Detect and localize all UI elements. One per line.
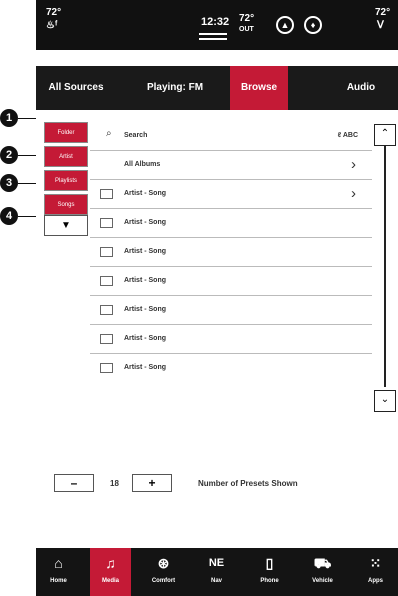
playlists-button[interactable]: Playlists: [44, 170, 88, 191]
abc-label: ABC: [342, 132, 358, 139]
nav-label: Home: [50, 578, 67, 584]
divider: [199, 38, 227, 40]
nav-apps[interactable]: ⁙ Apps: [355, 548, 396, 596]
nav-comfort[interactable]: ⊛ Comfort: [143, 548, 184, 596]
folder-icon: [100, 189, 113, 199]
folder-icon: [100, 305, 113, 315]
list-item[interactable]: Artist - Song ›: [90, 180, 372, 209]
list-item-label: Artist - Song: [124, 248, 166, 255]
mic-icon[interactable]: ♦: [304, 16, 322, 34]
outside-label: OUT: [239, 26, 254, 33]
artist-button[interactable]: Artist: [44, 146, 88, 167]
car-icon: ⛟: [313, 555, 332, 571]
bottom-nav: ⌂ Home ♫ Media ⊛ Comfort NE Nav ▯ Phone …: [36, 548, 398, 596]
list-item-label: Artist - Song: [124, 219, 166, 226]
presets-count: 18: [110, 479, 119, 488]
tab-audio[interactable]: Audio: [336, 66, 386, 110]
songs-button[interactable]: Songs: [44, 194, 88, 215]
list-item[interactable]: Artist - Song: [90, 296, 372, 325]
list-item[interactable]: Artist - Song: [90, 267, 372, 296]
seat-heat-icon[interactable]: ♨ᶠ: [46, 21, 57, 31]
list-item-label: Artist - Song: [124, 335, 166, 342]
tab-browse[interactable]: Browse: [230, 66, 288, 110]
nav-label: Vehicle: [312, 578, 333, 584]
callout-1: 1: [0, 109, 18, 127]
chevron-down-icon: ⌄: [380, 394, 390, 405]
list-item-label: Artist - Song: [124, 277, 166, 284]
nav-home[interactable]: ⌂ Home: [38, 548, 79, 596]
list-item[interactable]: Artist - Song: [90, 238, 372, 267]
scrollbar-track[interactable]: [384, 145, 386, 387]
clock: 12:32: [201, 16, 230, 28]
presets-minus-button[interactable]: –: [54, 474, 94, 492]
list-item[interactable]: Artist - Song: [90, 209, 372, 238]
nav-label: Media: [101, 578, 119, 584]
steering-heat-icon[interactable]: ⴸ: [377, 21, 384, 31]
folder-button[interactable]: Folder: [44, 122, 88, 143]
compass-heading: NE: [208, 557, 225, 569]
list-item-label: Artist - Song: [124, 190, 166, 197]
nav-label: Phone: [260, 578, 279, 584]
source-tabs: All Sources Playing: FM Browse Audio: [36, 66, 398, 110]
callout-3: 3: [0, 174, 18, 192]
comfort-icon: ⊛: [157, 555, 170, 571]
infotainment-screen: 72° ♨ᶠ 12:32 72° OUT ▲ ♦ 72° ⴸ All Sourc…: [36, 0, 398, 596]
nav-label: Nav: [210, 578, 222, 584]
list-item-label: Artist - Song: [124, 364, 166, 371]
folder-icon: [100, 218, 113, 228]
music-icon: ♫: [105, 555, 116, 571]
chevron-up-icon: ⌃: [380, 128, 390, 139]
search-row[interactable]: ⌕ Search ℓ ABC: [90, 121, 372, 151]
outside-temp: 72°: [239, 13, 255, 24]
tab-playing-fm[interactable]: Playing: FM: [128, 66, 222, 110]
scroll-up-button[interactable]: ⌃: [374, 124, 396, 146]
list-item[interactable]: Artist - Song: [90, 354, 372, 383]
search-icon: ⌕: [106, 128, 112, 139]
abc-sort-button[interactable]: ℓ ABC: [338, 132, 358, 139]
driver-temp[interactable]: 72°: [46, 8, 61, 18]
callout-4: 4: [0, 207, 18, 225]
chevron-right-icon: ›: [351, 156, 356, 173]
nav-media[interactable]: ♫ Media: [90, 548, 131, 596]
phone-icon: ▯: [265, 555, 274, 571]
folder-icon: [100, 247, 113, 257]
chevron-down-icon[interactable]: ▼: [44, 215, 88, 236]
all-albums-row[interactable]: All Albums ›: [90, 151, 372, 180]
nav-label: Apps: [368, 578, 383, 584]
folder-icon: [100, 276, 113, 286]
tab-all-sources[interactable]: All Sources: [36, 66, 116, 110]
nav-vehicle[interactable]: ⛟ Vehicle: [302, 548, 343, 596]
folder-icon: [100, 334, 113, 344]
nav-label: Comfort: [151, 578, 176, 584]
nav-nav[interactable]: NE Nav: [196, 548, 237, 596]
user-icon[interactable]: ▲: [276, 16, 294, 34]
list-item-label: Artist - Song: [124, 306, 166, 313]
search-label: Search: [124, 132, 148, 139]
apps-icon: ⁙: [369, 555, 382, 571]
presets-label: Number of Presets Shown: [198, 479, 298, 488]
divider: [199, 33, 227, 35]
folder-icon: [100, 363, 113, 373]
home-icon: ⌂: [54, 555, 63, 571]
chevron-right-icon: ›: [351, 185, 356, 202]
callout-2: 2: [0, 146, 18, 164]
presets-plus-button[interactable]: +: [132, 474, 172, 492]
all-albums-label: All Albums: [124, 161, 161, 168]
passenger-temp[interactable]: 72°: [375, 8, 390, 18]
scroll-down-button[interactable]: ⌄: [374, 390, 396, 412]
status-bar: 72° ♨ᶠ 12:32 72° OUT ▲ ♦ 72° ⴸ: [36, 0, 398, 50]
list-item[interactable]: Artist - Song: [90, 325, 372, 354]
nav-phone[interactable]: ▯ Phone: [249, 548, 290, 596]
compass-icon: NE: [196, 554, 237, 572]
